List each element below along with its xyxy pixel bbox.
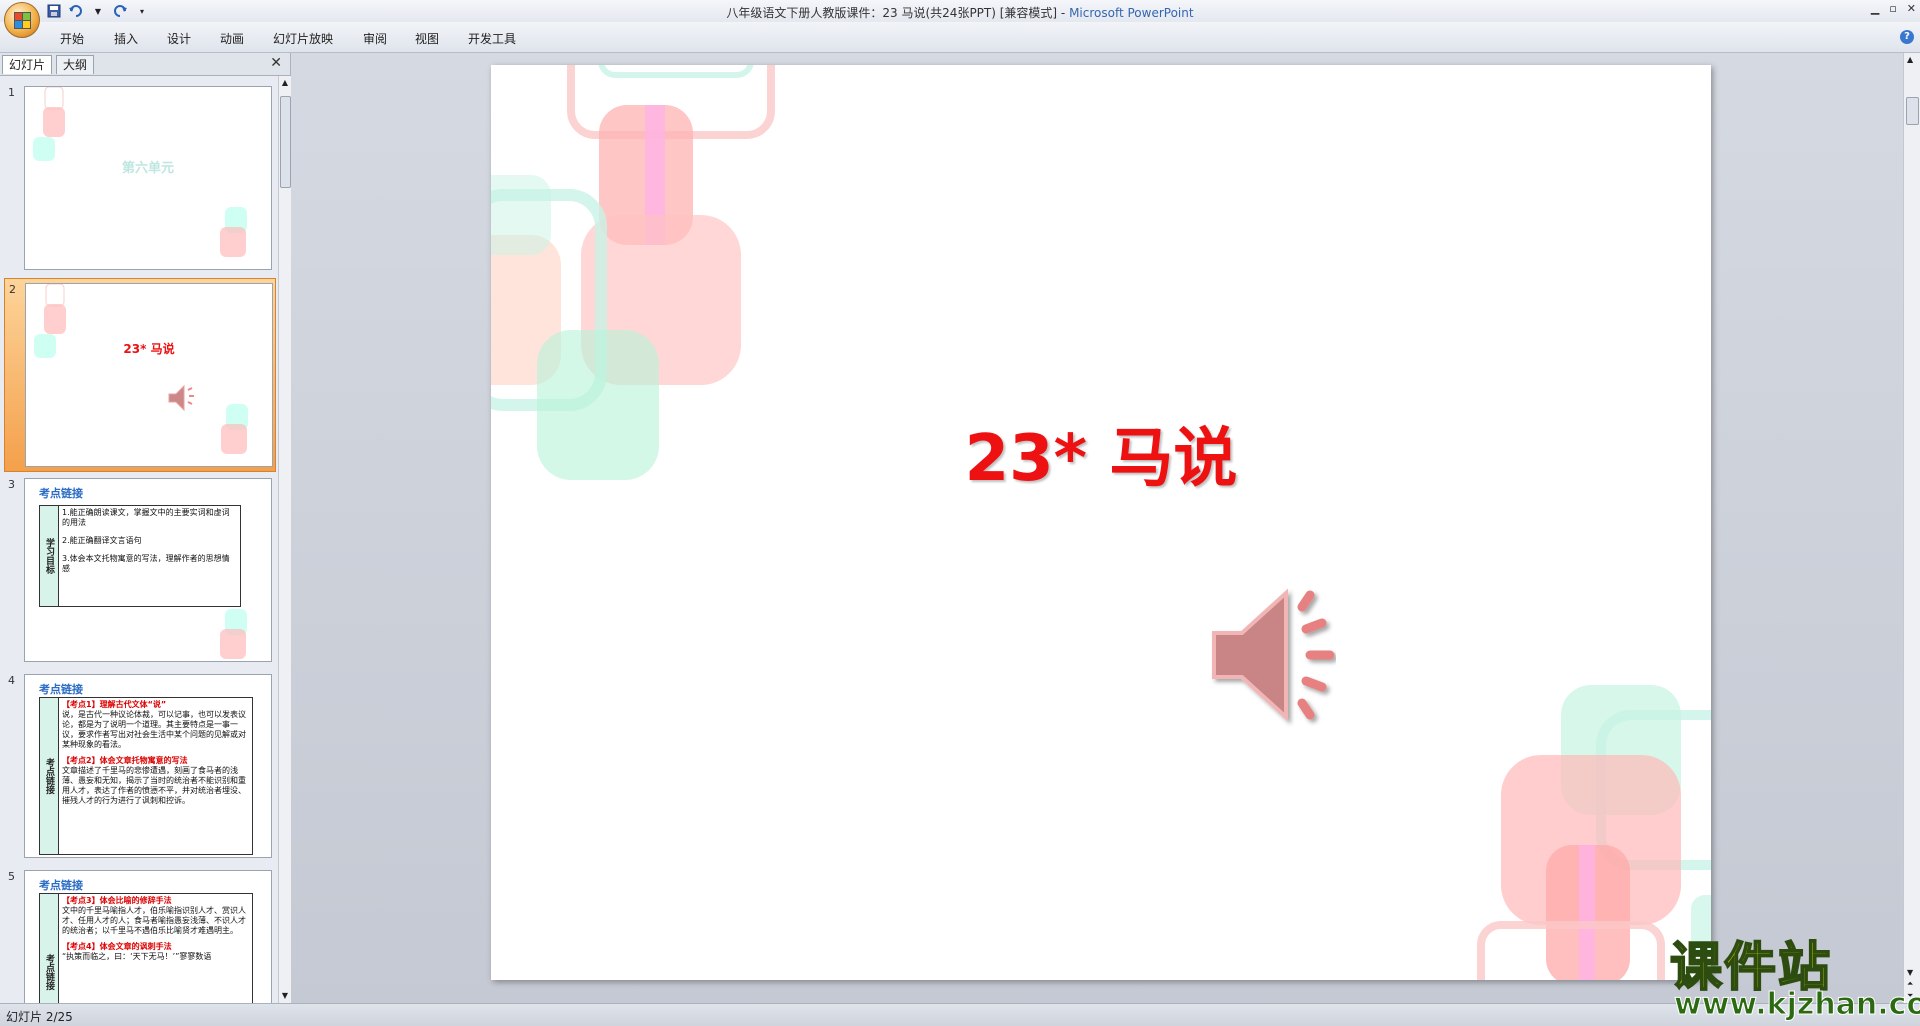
key-point-text: “执策而临之，曰：‘天下无马！’”寥寥数语 xyxy=(62,952,212,961)
scroll-up-icon[interactable]: ▲ xyxy=(1907,55,1913,64)
thumbnail-list: 1 第六单元 2 23* 马说 3 考点链接 学习目标 1.能正确朗读课文，掌握… xyxy=(0,76,278,1003)
thumbnail-number: 2 xyxy=(9,283,16,296)
decoration-shapes xyxy=(34,284,248,454)
title-bar: 八年级语文下册人教版课件：23 马说(共24张PPT) [兼容模式] - Mic… xyxy=(0,0,1920,22)
document-title: 八年级语文下册人教版课件：23 马说(共24张PPT) [兼容模式] xyxy=(726,6,1058,20)
thumbnail-number: 1 xyxy=(8,86,15,99)
window-controls: ▁ ▫ ✕ xyxy=(1871,2,1916,15)
slide-thumbnail-4[interactable]: 4 考点链接 考点链接 【考点1】理解古代文体“说” 说，是古代一种议论体裁，可… xyxy=(4,670,274,862)
key-point-heading: 【考点4】体会文章的讽刺手法 xyxy=(62,942,172,951)
tab-slide-show[interactable]: 幻灯片放映 xyxy=(273,30,333,47)
key-point-text: 说，是古代一种议论体裁，可以记事，也可以发表议论，都是为了说明一个道理。其主要特… xyxy=(62,710,246,749)
box-side-label: 考点链接 xyxy=(40,698,59,854)
status-bar: 幻灯片 2/25 xyxy=(0,1003,1920,1026)
tab-slides[interactable]: 幻灯片 xyxy=(2,55,53,74)
watermark-logo: 课件站 www.kjzhan.com xyxy=(1660,925,1920,1025)
thumbnail-heading: 考点链接 xyxy=(39,683,83,696)
save-icon[interactable] xyxy=(46,4,62,18)
thumbnail-canvas: 考点链接 考点链接 【考点3】体会比喻的修辞手法 文中的千里马喻指人才，伯乐喻指… xyxy=(24,870,272,1003)
tab-insert[interactable]: 插入 xyxy=(114,30,138,47)
quick-access-toolbar: ▼ ▾ xyxy=(46,3,150,19)
decoration-shapes xyxy=(220,609,247,659)
slide-editor: 23* 马说 xyxy=(291,53,1903,1003)
thumbnail-heading: 考点链接 xyxy=(39,879,83,892)
tab-review[interactable]: 审阅 xyxy=(363,30,387,47)
minimize-icon[interactable]: ▁ xyxy=(1871,2,1879,15)
thumbnail-number: 4 xyxy=(8,674,15,687)
slide-decoration xyxy=(491,65,1711,980)
scroll-up-icon[interactable]: ▲ xyxy=(280,78,290,88)
slide-canvas[interactable]: 23* 马说 xyxy=(491,65,1711,980)
slide-counter: 幻灯片 2/25 xyxy=(6,1010,73,1024)
tab-developer[interactable]: 开发工具 xyxy=(468,30,516,47)
speaker-icon[interactable] xyxy=(1206,585,1346,735)
thumbnail-canvas: 考点链接 学习目标 1.能正确朗读课文，掌握文中的主要实词和虚词的用法 2.能正… xyxy=(24,478,272,662)
scrollbar-thumb[interactable] xyxy=(280,96,291,188)
box-side-label: 考点链接 xyxy=(40,894,59,1003)
scroll-down-icon[interactable]: ▼ xyxy=(280,991,290,1001)
help-icon[interactable]: ? xyxy=(1900,30,1914,44)
office-logo-square xyxy=(22,20,31,29)
key-point-heading: 【考点1】理解古代文体“说” xyxy=(62,700,167,709)
thumbnail-title: 第六单元 xyxy=(121,161,174,176)
thumbnail-number: 3 xyxy=(8,478,15,491)
app-name: Microsoft PowerPoint xyxy=(1069,6,1194,20)
panel-tabs: 幻灯片 大纲 ✕ xyxy=(0,53,290,76)
tab-design[interactable]: 设计 xyxy=(167,30,191,47)
editor-scrollbar[interactable]: ▲ ▼ ⏶ ⏷ xyxy=(1903,53,1920,1003)
window-title: 八年级语文下册人教版课件：23 马说(共24张PPT) [兼容模式] - Mic… xyxy=(0,4,1920,21)
slide-thumbnail-5[interactable]: 5 考点链接 考点链接 【考点3】体会比喻的修辞手法 文中的千里马喻指人才，伯乐… xyxy=(4,866,274,1003)
tab-outline[interactable]: 大纲 xyxy=(56,55,95,74)
tab-view[interactable]: 视图 xyxy=(415,30,439,47)
title-separator: - xyxy=(1057,6,1070,20)
slide-thumbnail-1[interactable]: 1 第六单元 xyxy=(4,82,274,274)
key-points-box: 考点链接 【考点1】理解古代文体“说” 说，是古代一种议论体裁，可以记事，也可以… xyxy=(39,697,253,855)
slide-thumbnail-2[interactable]: 2 23* 马说 xyxy=(4,278,276,472)
key-point-heading: 【考点3】体会比喻的修辞手法 xyxy=(62,896,172,905)
close-icon[interactable]: ✕ xyxy=(1907,2,1916,15)
tab-animations[interactable]: 动画 xyxy=(220,30,244,47)
ribbon-tabs: 开始 插入 设计 动画 幻灯片放映 审阅 视图 开发工具 ? xyxy=(0,22,1920,53)
customize-toolbar-icon[interactable]: ▾ xyxy=(134,4,150,18)
thumbnail-canvas: 第六单元 xyxy=(24,86,272,270)
slide-thumbnail-3[interactable]: 3 考点链接 学习目标 1.能正确朗读课文，掌握文中的主要实词和虚词的用法 2.… xyxy=(4,474,274,666)
slide-title[interactable]: 23* 马说 xyxy=(491,407,1711,499)
thumbnail-title: 23* 马说 xyxy=(123,342,175,356)
thumbnail-scrollbar[interactable]: ▲ ▼ xyxy=(278,76,291,1003)
thumbnail-number: 5 xyxy=(8,870,15,883)
slides-panel: 幻灯片 大纲 ✕ 1 第六单元 2 23* 马说 3 考点链接 学习目标 1.能… xyxy=(0,53,291,1003)
maximize-icon[interactable]: ▫ xyxy=(1889,2,1896,15)
close-panel-icon[interactable]: ✕ xyxy=(270,55,282,71)
key-point-text: 文中的千里马喻指人才，伯乐喻指识别人才、赏识人才、任用人才的人；食马者喻指愚妄浅… xyxy=(62,906,246,935)
office-button[interactable] xyxy=(4,2,40,38)
undo-icon[interactable] xyxy=(68,4,84,18)
key-point-heading: 【考点2】体会文章托物寓意的写法 xyxy=(62,756,188,765)
thumbnail-canvas: 23* 马说 xyxy=(25,283,273,467)
redo-icon[interactable] xyxy=(112,4,128,18)
tab-home[interactable]: 开始 xyxy=(60,30,84,47)
dropdown-arrow-icon[interactable]: ▼ xyxy=(90,4,106,18)
thumbnail-canvas: 考点链接 考点链接 【考点1】理解古代文体“说” 说，是古代一种议论体裁，可以记… xyxy=(24,674,272,858)
key-points-box: 考点链接 【考点3】体会比喻的修辞手法 文中的千里马喻指人才，伯乐喻指识别人才、… xyxy=(39,893,253,1003)
key-point-text: 文章描述了千里马的悲惨遭遇，刻画了食马者的浅薄、愚妄和无知，揭示了当时的统治者不… xyxy=(62,766,246,805)
decoration-shapes xyxy=(33,87,247,257)
scrollbar-thumb[interactable] xyxy=(1906,97,1919,125)
watermark-url: www.kjzhan.com xyxy=(1673,987,1920,1023)
